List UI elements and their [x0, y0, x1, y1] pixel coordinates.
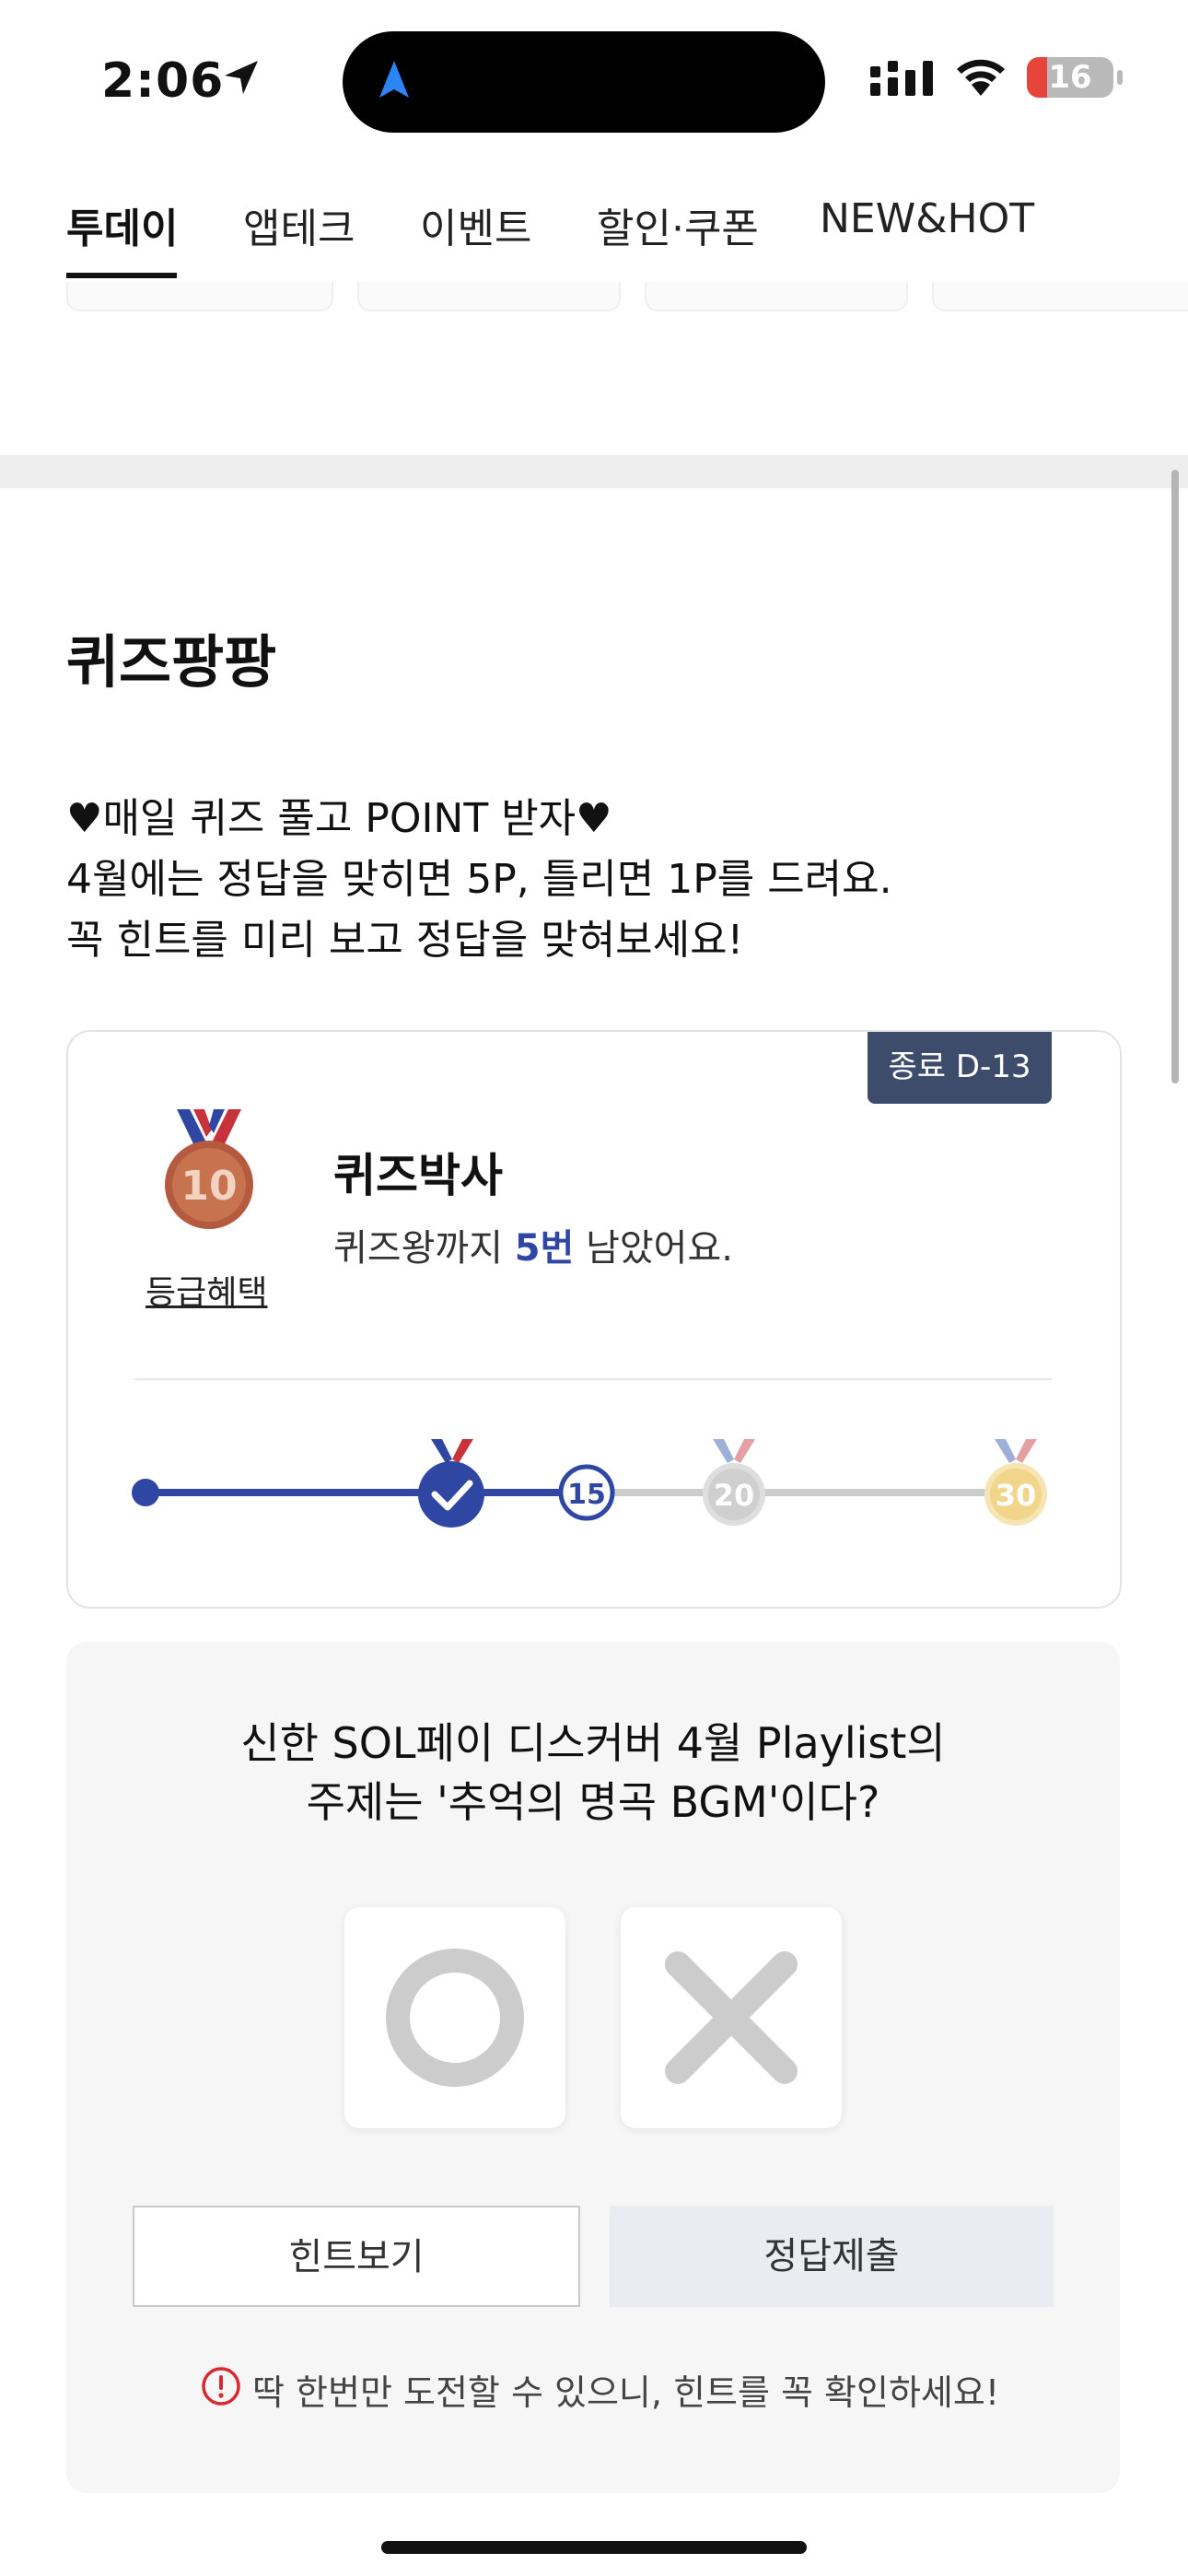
svg-text:30: 30 — [996, 1478, 1037, 1513]
wifi-icon — [957, 59, 1005, 96]
answer-o-button[interactable] — [344, 1907, 565, 2128]
scrollbar[interactable] — [1171, 470, 1179, 1083]
answer-x-button[interactable] — [621, 1907, 842, 2128]
carousel-card[interactable] — [645, 282, 908, 311]
milestone-10-reached — [418, 1439, 484, 1528]
rank-progress-track: 15 20 30 — [132, 1439, 1047, 1528]
status-time: 2:06 — [101, 53, 225, 109]
warning-icon — [202, 2367, 240, 2406]
tab-event[interactable]: 이벤트 — [420, 195, 531, 254]
progress-start-dot — [132, 1479, 159, 1506]
grade-benefit-link[interactable]: 등급혜택 — [146, 1266, 267, 1314]
active-tab-indicator — [66, 273, 177, 278]
card-divider — [134, 1378, 1052, 1380]
description-line-3: 꼭 힌트를 미리 보고 정답을 맞혀보세요! — [66, 917, 744, 964]
bronze-medal-icon: 10 — [165, 1109, 253, 1229]
description-line-2: 4월에는 정답을 맞히면 5P, 틀리면 1P를 드려요. — [66, 856, 892, 903]
milestone-30-gold-medal: 30 — [984, 1439, 1047, 1526]
cross-x-icon — [665, 1951, 798, 2084]
circle-o-icon — [386, 1949, 524, 2087]
carousel-card[interactable] — [357, 282, 621, 311]
svg-text:20: 20 — [714, 1478, 755, 1513]
home-indicator[interactable] — [381, 2541, 807, 2554]
rank-name: 퀴즈박사 — [333, 1149, 503, 1202]
quiz-question-line-1: 신한 SOL페이 디스커버 4월 Playlist의 — [240, 1718, 946, 1768]
quiz-question-line-2: 주제는 '추억의 명곡 BGM'이다? — [306, 1777, 880, 1827]
dynamic-island — [343, 31, 825, 133]
description-line-1: ♥매일 퀴즈 풀고 POINT 받자♥ — [66, 795, 612, 842]
tab-discount-coupon[interactable]: 할인·쿠폰 — [597, 195, 759, 254]
tab-new-hot[interactable]: NEW&HOT — [820, 195, 1034, 242]
carousel-card[interactable] — [932, 282, 1188, 311]
battery-icon: 16 — [1027, 57, 1113, 98]
remaining-count: 5번 — [514, 1227, 575, 1270]
submit-answer-button[interactable]: 정답제출 — [610, 2206, 1054, 2307]
remaining-to-next-rank: 퀴즈왕까지 5번 남았어요. — [333, 1227, 733, 1270]
carousel-card[interactable] — [66, 282, 333, 311]
hint-button[interactable]: 힌트보기 — [133, 2206, 580, 2307]
location-arrow-icon — [225, 61, 258, 94]
tab-today[interactable]: 투데이 — [66, 195, 178, 254]
warning-text: 딱 한번만 도전할 수 있으니, 힌트를 꼭 확인하세요! — [252, 2372, 1000, 2413]
milestone-20-silver-medal: 20 — [703, 1439, 765, 1526]
svg-text:15: 15 — [567, 1479, 606, 1511]
tab-apptech[interactable]: 앱테크 — [243, 195, 355, 254]
battery-cap — [1117, 70, 1123, 85]
section-title: 퀴즈팡팡 — [66, 628, 277, 696]
dday-badge: 종료 D-13 — [868, 1032, 1052, 1104]
progress-current-marker: 15 — [558, 1464, 615, 1521]
battery-level: 16 — [1048, 59, 1092, 96]
cellular-signal-icon — [870, 61, 933, 96]
medal-number: 10 — [181, 1163, 237, 1210]
navigation-arrow-icon — [379, 61, 409, 98]
section-divider — [0, 455, 1188, 488]
